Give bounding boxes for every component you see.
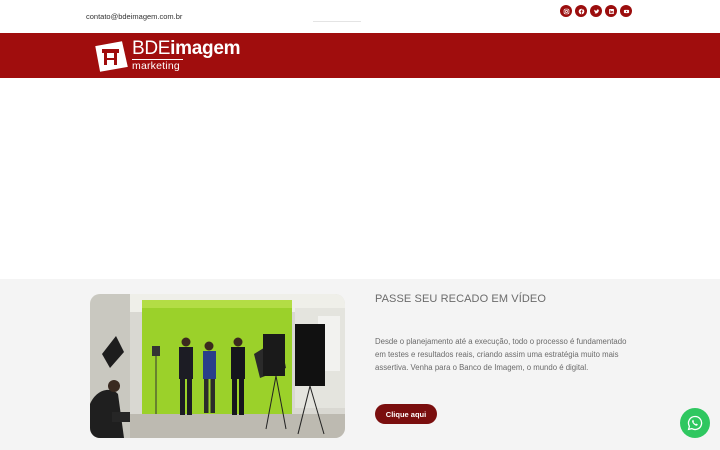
section-title: PASSE SEU RECADO EM VÍDEO [375,293,547,305]
logo-icon[interactable] [92,38,130,79]
brand-subtitle: marketing [132,59,183,72]
instagram-icon[interactable] [560,5,572,17]
brand-logo[interactable]: BDEimagem marketing [132,39,240,72]
cta-button[interactable]: Clique aqui [375,404,437,424]
brand-main-part2: imagem [170,38,241,59]
linkedin-icon[interactable] [605,5,617,17]
section-description: Desde o planejamento até a execução, tod… [375,337,627,372]
youtube-icon[interactable] [620,5,632,17]
whatsapp-icon [687,415,703,431]
hero-area [0,78,720,279]
brand-main-part1: BDE [132,38,171,59]
site-header: BDEimagem marketing [0,33,720,78]
top-bar: contato@bdeimagem.com.br [0,0,720,33]
twitter-icon[interactable] [590,5,602,17]
divider [313,21,361,22]
whatsapp-button[interactable] [680,408,710,438]
social-links [560,5,632,17]
contact-email[interactable]: contato@bdeimagem.com.br [86,12,182,21]
studio-photo [90,294,345,438]
facebook-icon[interactable] [575,5,587,17]
